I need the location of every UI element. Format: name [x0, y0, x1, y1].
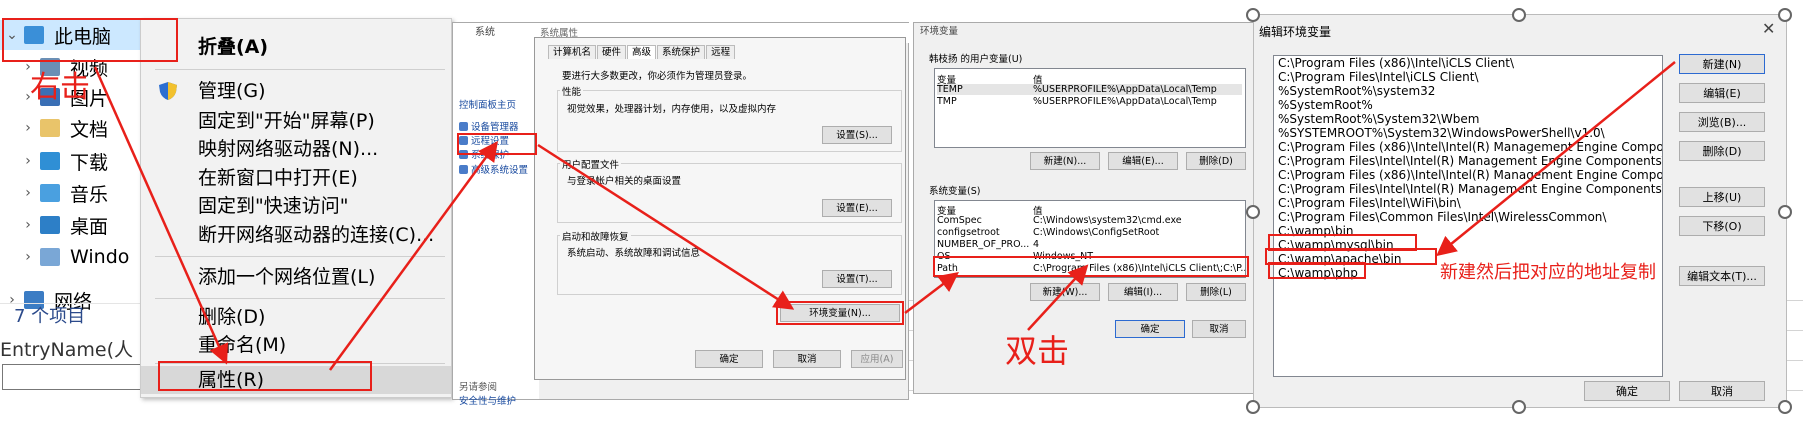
annotation-right-click: 右击: [30, 70, 90, 105]
annotation-double-click: 双击: [1005, 332, 1070, 370]
annotation-note: 新建然后把对应的地址复制: [1440, 262, 1656, 283]
annotation-arrows: [93, 61, 1676, 371]
